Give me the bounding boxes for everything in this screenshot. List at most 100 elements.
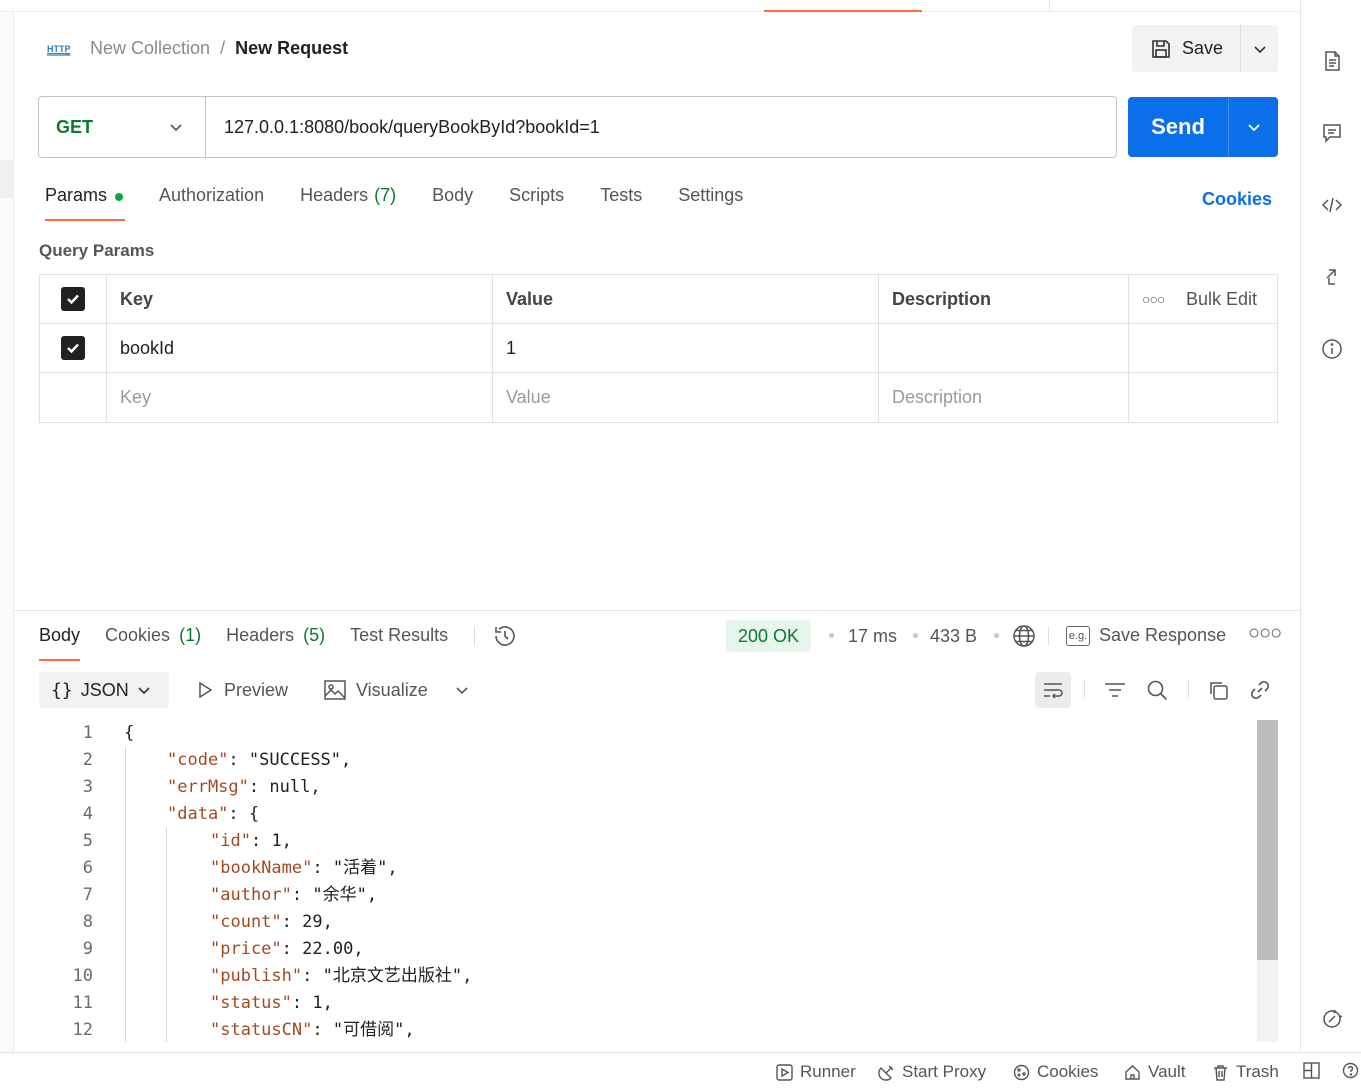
start-proxy-button[interactable]: Start Proxy bbox=[878, 1062, 986, 1082]
tab-headers[interactable]: Headers (7) bbox=[300, 185, 396, 221]
related-collections-icon[interactable] bbox=[1319, 264, 1345, 290]
scrollbar-thumb[interactable] bbox=[1257, 720, 1278, 960]
search-button[interactable] bbox=[1139, 672, 1175, 708]
visualize-button[interactable]: Visualize bbox=[324, 672, 428, 708]
globe-icon[interactable] bbox=[1011, 623, 1037, 649]
new-key-input[interactable]: Key bbox=[107, 373, 493, 422]
response-cookies-count: (1) bbox=[179, 625, 202, 645]
code-scrollbar[interactable] bbox=[1257, 720, 1278, 1042]
runner-icon bbox=[776, 1063, 793, 1081]
code-line: 7 "author": "余华", bbox=[40, 882, 1256, 909]
bulk-edit-button[interactable]: Bulk Edit bbox=[1186, 289, 1257, 310]
line-number: 5 bbox=[82, 831, 93, 851]
info-icon[interactable] bbox=[1319, 336, 1345, 362]
visualize-options-button[interactable] bbox=[455, 672, 469, 708]
method-select[interactable]: GET bbox=[39, 97, 206, 157]
agent-mode-icon[interactable] bbox=[1319, 1006, 1345, 1032]
response-time[interactable]: 17 ms bbox=[848, 626, 897, 647]
trash-button[interactable]: Trash bbox=[1212, 1062, 1279, 1082]
response-tab-cookies[interactable]: Cookies (1) bbox=[105, 625, 201, 661]
new-description-input[interactable]: Description bbox=[879, 373, 1129, 422]
url-input[interactable] bbox=[206, 97, 1116, 157]
footer-cookies-button[interactable]: Cookies bbox=[1013, 1062, 1098, 1082]
code-text: "publish": "北京文艺出版社", bbox=[210, 966, 473, 986]
send-button[interactable]: Send bbox=[1128, 97, 1229, 157]
history-icon[interactable] bbox=[492, 623, 518, 649]
request-name[interactable]: New Request bbox=[235, 38, 348, 59]
link-icon bbox=[1250, 680, 1270, 700]
response-divider[interactable] bbox=[14, 610, 1300, 611]
code-text: "errMsg": null, bbox=[167, 777, 321, 797]
vault-icon bbox=[1125, 1064, 1140, 1080]
new-value-input[interactable]: Value bbox=[493, 373, 879, 422]
response-tab-headers[interactable]: Headers (5) bbox=[226, 625, 325, 661]
copy-button[interactable] bbox=[1200, 672, 1236, 708]
response-tab-test-results[interactable]: Test Results bbox=[350, 625, 448, 661]
line-number: 8 bbox=[82, 912, 93, 932]
empty-checkbox-cell bbox=[40, 373, 107, 422]
send-options-button[interactable] bbox=[1229, 97, 1278, 157]
comments-icon[interactable] bbox=[1319, 120, 1345, 146]
preview-button[interactable]: Preview bbox=[196, 672, 288, 708]
cookies-link[interactable]: Cookies bbox=[1202, 189, 1272, 210]
help-button[interactable] bbox=[1342, 1062, 1359, 1079]
runner-button[interactable]: Runner bbox=[776, 1062, 856, 1082]
param-value[interactable]: 1 bbox=[493, 324, 879, 372]
braces-icon: {} bbox=[51, 679, 73, 701]
divider bbox=[474, 626, 475, 646]
line-number: 12 bbox=[72, 1020, 93, 1040]
tab-body[interactable]: Body bbox=[432, 185, 473, 221]
column-value: Value bbox=[493, 275, 879, 323]
vault-button[interactable]: Vault bbox=[1124, 1062, 1186, 1082]
cookie-icon bbox=[1013, 1064, 1030, 1080]
tab-params[interactable]: Params bbox=[45, 185, 126, 221]
check-icon bbox=[67, 343, 79, 354]
request-tabs: Params Authorization Headers (7) Body Scr… bbox=[45, 185, 779, 221]
right-sidebar bbox=[1300, 0, 1361, 1052]
left-sidebar-edge bbox=[0, 12, 14, 1052]
param-actions bbox=[1129, 324, 1277, 372]
search-icon bbox=[1147, 680, 1168, 701]
tab-settings[interactable]: Settings bbox=[678, 185, 743, 221]
query-params-table: Key Value Description ○○○ Bulk Edit book… bbox=[39, 274, 1278, 423]
layout-toggle-button[interactable] bbox=[1303, 1062, 1320, 1079]
breadcrumb-collection[interactable]: New Collection bbox=[90, 38, 210, 59]
tab-authorization[interactable]: Authorization bbox=[159, 185, 264, 221]
response-tab-body[interactable]: Body bbox=[39, 625, 81, 661]
line-number: 10 bbox=[72, 966, 93, 986]
param-enabled-checkbox[interactable] bbox=[61, 336, 85, 360]
divider bbox=[1084, 681, 1085, 699]
select-all-checkbox[interactable] bbox=[61, 287, 85, 311]
code-text: "id": 1, bbox=[210, 831, 292, 851]
filter-button[interactable] bbox=[1097, 672, 1133, 708]
code-snippet-icon[interactable] bbox=[1319, 192, 1345, 218]
divider bbox=[1048, 626, 1049, 646]
more-options-icon[interactable]: ○○○ bbox=[1142, 291, 1165, 307]
line-number: 1 bbox=[82, 723, 93, 743]
tab-scripts[interactable]: Scripts bbox=[509, 185, 564, 221]
top-tab-strip bbox=[0, 0, 1300, 12]
send-button-group: Send bbox=[1128, 97, 1278, 157]
footer-cookies-label: Cookies bbox=[1037, 1062, 1099, 1081]
link-button[interactable] bbox=[1242, 672, 1278, 708]
method-label: GET bbox=[56, 116, 94, 137]
response-size[interactable]: 433 B bbox=[930, 626, 977, 647]
line-number: 3 bbox=[82, 777, 93, 797]
tab-divider bbox=[1049, 0, 1050, 12]
line-number: 7 bbox=[82, 885, 93, 905]
tab-tests[interactable]: Tests bbox=[600, 185, 642, 221]
wrap-lines-button[interactable] bbox=[1035, 672, 1071, 708]
param-description[interactable] bbox=[879, 324, 1129, 372]
more-options-icon[interactable]: ○○○ bbox=[1248, 622, 1282, 645]
documentation-icon[interactable] bbox=[1319, 48, 1345, 74]
response-body-editor[interactable]: 1{2 "code": "SUCCESS", 3 "errMsg": null, 4 "d… bbox=[40, 720, 1256, 1042]
save-response-button[interactable]: e.g. Save Response bbox=[1066, 625, 1226, 646]
save-options-button[interactable] bbox=[1241, 25, 1278, 72]
line-number: 2 bbox=[82, 750, 93, 770]
status-badge[interactable]: 200 OK bbox=[726, 620, 812, 652]
save-button[interactable]: Save bbox=[1132, 25, 1241, 72]
image-icon bbox=[324, 680, 346, 700]
format-select[interactable]: {} JSON bbox=[39, 672, 169, 708]
param-key[interactable]: bookId bbox=[107, 324, 493, 372]
headers-count: (7) bbox=[374, 185, 397, 205]
